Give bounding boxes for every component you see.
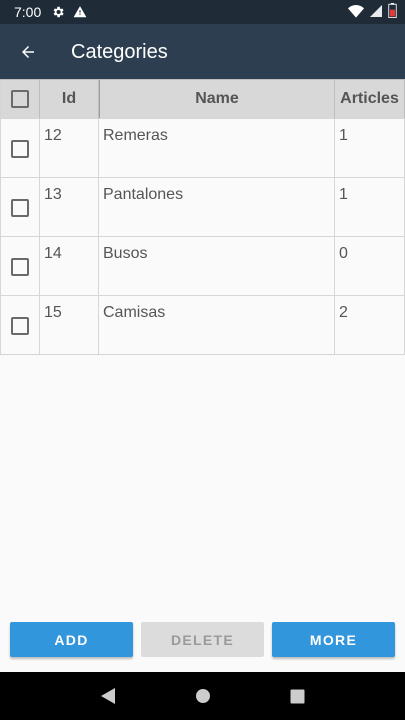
page-title: Categories [71, 40, 168, 63]
nav-home-button[interactable] [183, 676, 223, 716]
warning-icon [73, 5, 87, 19]
header-name[interactable]: Name [99, 80, 335, 118]
cell-name: Remeras [99, 119, 335, 177]
wifi-icon [348, 4, 364, 21]
status-bar: 7:00 [0, 0, 405, 24]
table-row[interactable]: 15 Camisas 2 [0, 296, 405, 355]
cell-id: 14 [40, 237, 99, 295]
cell-articles: 2 [335, 296, 405, 354]
row-checkbox[interactable] [11, 317, 29, 335]
battery-icon [388, 3, 397, 21]
table-row[interactable]: 12 Remeras 1 [0, 119, 405, 178]
header-select-all[interactable] [0, 80, 40, 118]
cell-articles: 0 [335, 237, 405, 295]
circle-home-icon [195, 689, 210, 703]
cell-articles: 1 [335, 178, 405, 236]
arrow-back-icon [22, 46, 34, 58]
system-nav-bar [0, 672, 405, 720]
header-articles[interactable]: Articles [335, 80, 405, 118]
triangle-back-icon [100, 688, 115, 704]
more-button[interactable]: MORE [272, 622, 395, 657]
cell-name: Pantalones [99, 178, 335, 236]
table-header: Id Name Articles [0, 79, 405, 119]
cell-id: 13 [40, 178, 99, 236]
select-all-checkbox[interactable] [11, 90, 29, 108]
row-checkbox[interactable] [11, 258, 29, 276]
nav-back-button[interactable] [88, 676, 128, 716]
delete-button[interactable]: DELETE [141, 622, 264, 657]
table-row[interactable]: 14 Busos 0 [0, 237, 405, 296]
header-id[interactable]: Id [40, 80, 99, 118]
categories-table: Id Name Articles 12 Remeras 1 13 Pantalo… [0, 79, 405, 355]
cell-name: Busos [99, 237, 335, 295]
cell-name: Camisas [99, 296, 335, 354]
signal-icon [370, 4, 382, 21]
square-recents-icon [290, 689, 305, 703]
back-button[interactable] [0, 24, 56, 80]
settings-icon [51, 5, 65, 19]
cell-id: 15 [40, 296, 99, 354]
nav-recents-button[interactable] [278, 676, 318, 716]
cell-articles: 1 [335, 119, 405, 177]
table-row[interactable]: 13 Pantalones 1 [0, 178, 405, 237]
status-time: 7:00 [14, 4, 42, 20]
row-checkbox[interactable] [11, 140, 29, 158]
add-button[interactable]: ADD [10, 622, 133, 657]
app-bar: Categories [0, 24, 405, 80]
row-checkbox[interactable] [11, 199, 29, 217]
cell-id: 12 [40, 119, 99, 177]
